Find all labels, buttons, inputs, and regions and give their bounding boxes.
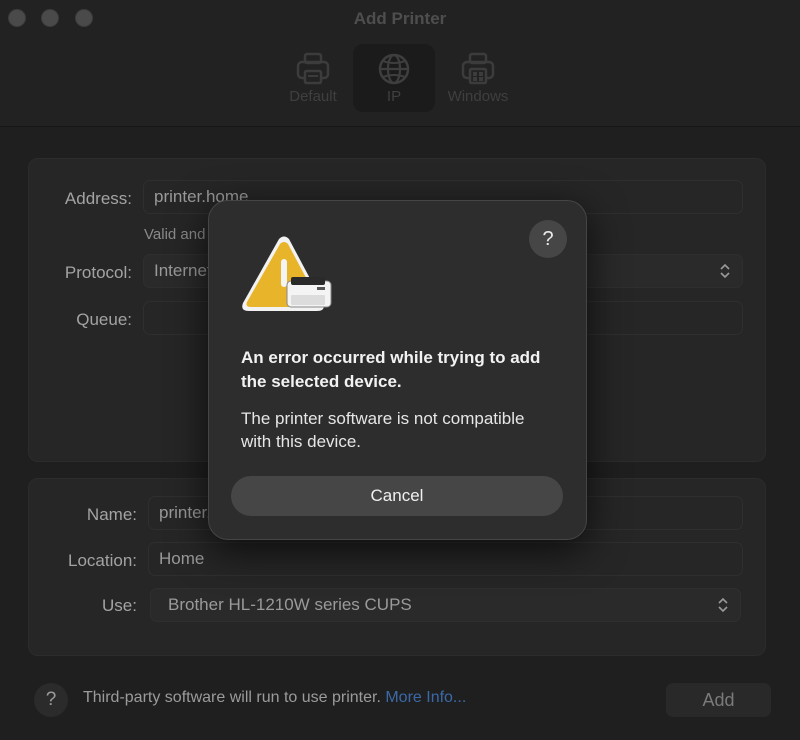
select-chevron-icon <box>720 263 730 279</box>
help-button[interactable]: ? <box>34 683 68 717</box>
add-button[interactable]: Add <box>666 683 771 717</box>
select-chevron-icon <box>718 597 728 613</box>
tab-default[interactable]: Default <box>272 44 354 112</box>
location-field[interactable]: Home <box>148 542 743 576</box>
dialog-message: The printer software is not compatible w… <box>241 409 525 451</box>
tab-windows-label: Windows <box>447 88 509 105</box>
globe-icon <box>378 53 410 85</box>
more-info-link[interactable]: More Info... <box>385 689 466 706</box>
use-label: Use: <box>102 596 137 615</box>
protocol-label: Protocol: <box>64 263 132 282</box>
cancel-button[interactable]: Cancel <box>231 476 563 516</box>
name-label: Name: <box>86 505 137 524</box>
tab-windows[interactable]: Windows <box>437 44 519 112</box>
printer-icon <box>296 52 330 85</box>
use-select[interactable]: Brother HL-1210W series CUPS <box>150 588 741 622</box>
tab-ip[interactable]: IP <box>353 44 435 112</box>
tab-ip-label: IP <box>386 88 402 105</box>
titlebar: Add Printer Default IP Windows <box>0 0 800 127</box>
use-value: Brother HL-1210W series CUPS <box>168 595 412 614</box>
tab-default-label: Default <box>289 88 337 105</box>
window-title: Add Printer <box>353 9 447 28</box>
address-label: Address: <box>64 189 132 208</box>
third-party-notice: Third-party software will run to use pri… <box>83 689 466 707</box>
windows-printer-icon <box>461 52 495 85</box>
error-dialog: ? An error occurred while trying to add … <box>208 200 587 540</box>
third-party-notice-text: Third-party software will run to use pri… <box>83 689 381 706</box>
dialog-title: An error occurred while trying to add th… <box>241 348 541 391</box>
location-label: Location: <box>68 551 137 570</box>
queue-label: Queue: <box>76 310 132 329</box>
warning-printer-icon <box>242 236 332 311</box>
dialog-help-button[interactable]: ? <box>529 220 567 258</box>
